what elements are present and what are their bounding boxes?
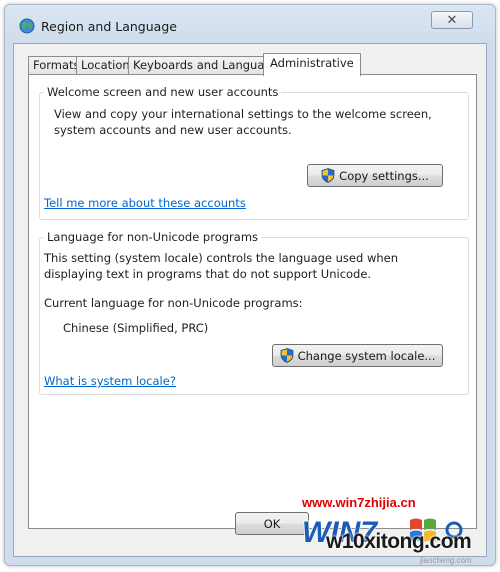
- current-language-label: Current language for non-Unicode program…: [44, 296, 303, 310]
- region-language-window: Region and Language ✕ Formats Location K…: [4, 4, 496, 566]
- welcome-screen-group: Welcome screen and new user accounts Vie…: [39, 85, 469, 220]
- change-system-locale-label: Change system locale...: [297, 348, 436, 363]
- current-language-value: Chinese (Simplified, PRC): [63, 321, 209, 335]
- dialog-client-area: Formats Location Keyboards and Languages…: [13, 43, 487, 557]
- what-is-system-locale-link[interactable]: What is system locale?: [44, 374, 176, 388]
- uac-shield-icon: [321, 168, 335, 183]
- close-icon: ✕: [446, 12, 458, 28]
- change-system-locale-button[interactable]: Change system locale...: [272, 344, 443, 367]
- non-unicode-group-legend: Language for non-Unicode programs: [44, 230, 262, 244]
- copy-settings-label: Copy settings...: [339, 168, 429, 183]
- window-title: Region and Language: [41, 19, 177, 34]
- title-bar[interactable]: Region and Language ✕: [5, 5, 495, 45]
- globe-icon: [19, 18, 35, 34]
- tab-location[interactable]: Location: [76, 56, 135, 75]
- non-unicode-group: Language for non-Unicode programs This s…: [39, 230, 469, 395]
- welcome-description: View and copy your international setting…: [54, 107, 432, 137]
- welcome-group-legend: Welcome screen and new user accounts: [44, 85, 282, 99]
- tell-me-more-link[interactable]: Tell me more about these accounts: [44, 196, 246, 210]
- non-unicode-description: This setting (system locale) controls th…: [44, 251, 399, 281]
- uac-shield-icon: [280, 348, 294, 363]
- tab-administrative[interactable]: Administrative: [263, 53, 361, 76]
- ok-button[interactable]: OK: [235, 512, 309, 535]
- close-button[interactable]: ✕: [431, 11, 473, 29]
- copy-settings-button[interactable]: Copy settings...: [307, 164, 443, 187]
- ok-label: OK: [263, 516, 281, 531]
- administrative-tab-page: Welcome screen and new user accounts Vie…: [28, 74, 477, 529]
